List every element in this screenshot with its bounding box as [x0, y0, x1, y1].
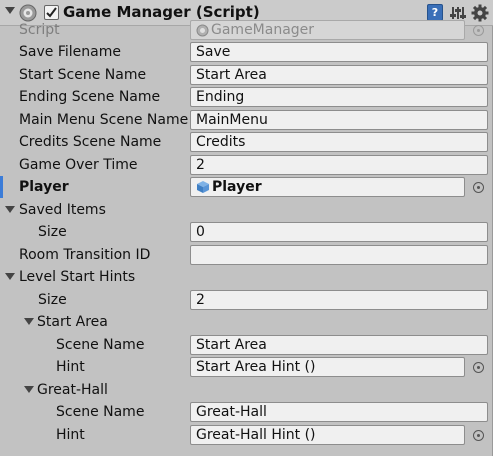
modified-indicator [0, 176, 3, 198]
saved-items-size-row: Size 0 [0, 221, 493, 243]
script-row: Script GameManager [0, 19, 493, 41]
hint-object-field[interactable]: Great-Hall Hint () [190, 425, 465, 445]
saved-items-row[interactable]: Saved Items [0, 199, 493, 221]
credits-scene-row: Credits Scene Name Credits [0, 131, 493, 153]
chevron-down-icon[interactable] [24, 318, 34, 325]
room-transition-label: Room Transition ID [19, 247, 151, 263]
hint-element-row[interactable]: Start Area [0, 311, 493, 333]
hint-scene-label: Scene Name [56, 337, 145, 353]
level-start-hints-size-label: Size [38, 292, 67, 308]
player-row: Player Player [0, 176, 493, 198]
start-scene-label: Start Scene Name [19, 67, 147, 83]
hint-element-row[interactable]: Great-Hall [0, 379, 493, 401]
chevron-down-icon[interactable] [24, 386, 34, 393]
game-over-time-field[interactable]: 2 [190, 155, 488, 175]
hint-hint-row: Hint Start Area Hint () [0, 356, 493, 378]
start-scene-field[interactable]: Start Area [190, 65, 488, 85]
player-label: Player [19, 179, 69, 195]
object-picker-icon[interactable] [473, 182, 484, 193]
object-picker-icon[interactable] [473, 430, 484, 441]
component-enabled-checkbox[interactable] [44, 5, 59, 20]
script-value: GameManager [211, 22, 315, 38]
level-start-hints-label: Level Start Hints [19, 269, 136, 285]
hint-hint-label: Hint [56, 427, 85, 443]
level-start-hints-row[interactable]: Level Start Hints [0, 266, 493, 288]
chevron-down-icon[interactable] [5, 206, 15, 213]
hint-scene-label: Scene Name [56, 404, 145, 420]
save-filename-field[interactable]: Save [190, 42, 488, 62]
game-over-time-row: Game Over Time 2 [0, 154, 493, 176]
hint-element-label: Start Area [37, 314, 108, 330]
saved-items-size-label: Size [38, 224, 67, 240]
credits-scene-field[interactable]: Credits [190, 132, 488, 152]
level-start-hints-size-row: Size 2 [0, 289, 493, 311]
ending-scene-row: Ending Scene Name Ending [0, 86, 493, 108]
chevron-down-icon[interactable] [5, 7, 15, 14]
hint-object-field[interactable]: Start Area Hint () [190, 357, 465, 377]
csharp-script-icon [196, 24, 209, 37]
chevron-down-icon[interactable] [5, 273, 15, 280]
inspector-panel: Game Manager (Script) ? Script GameManag… [0, 0, 493, 456]
main-menu-scene-label: Main Menu Scene Name [19, 112, 189, 128]
main-menu-scene-field[interactable]: MainMenu [190, 110, 488, 130]
main-menu-scene-row: Main Menu Scene Name MainMenu [0, 109, 493, 131]
hint-hint-row: Hint Great-Hall Hint () [0, 424, 493, 446]
player-value: Player [212, 179, 262, 195]
hint-scene-field[interactable]: Great-Hall [190, 402, 488, 422]
object-picker-icon[interactable] [473, 362, 484, 373]
hint-scene-row: Scene Name Start Area [0, 334, 493, 356]
game-over-time-label: Game Over Time [19, 157, 138, 173]
room-transition-row: Room Transition ID [0, 244, 493, 266]
hint-hint-label: Hint [56, 359, 85, 375]
object-picker-icon [473, 25, 484, 36]
ending-scene-field[interactable]: Ending [190, 87, 488, 107]
script-object-field: GameManager [190, 20, 465, 40]
player-object-field[interactable]: Player [190, 177, 465, 197]
script-label: Script [19, 22, 60, 38]
save-filename-label: Save Filename [19, 44, 121, 60]
hint-scene-field[interactable]: Start Area [190, 335, 488, 355]
level-start-hints-size-field[interactable]: 2 [190, 290, 488, 310]
save-filename-row: Save Filename Save [0, 41, 493, 63]
checkmark-icon [46, 7, 57, 18]
hint-element-label: Great-Hall [37, 382, 108, 398]
credits-scene-label: Credits Scene Name [19, 134, 162, 150]
prefab-cube-icon [197, 181, 209, 193]
hint-scene-row: Scene Name Great-Hall [0, 401, 493, 423]
saved-items-label: Saved Items [19, 202, 106, 218]
start-scene-row: Start Scene Name Start Area [0, 64, 493, 86]
saved-items-size-field[interactable]: 0 [190, 222, 488, 242]
ending-scene-label: Ending Scene Name [19, 89, 161, 105]
room-transition-field[interactable] [190, 245, 488, 265]
